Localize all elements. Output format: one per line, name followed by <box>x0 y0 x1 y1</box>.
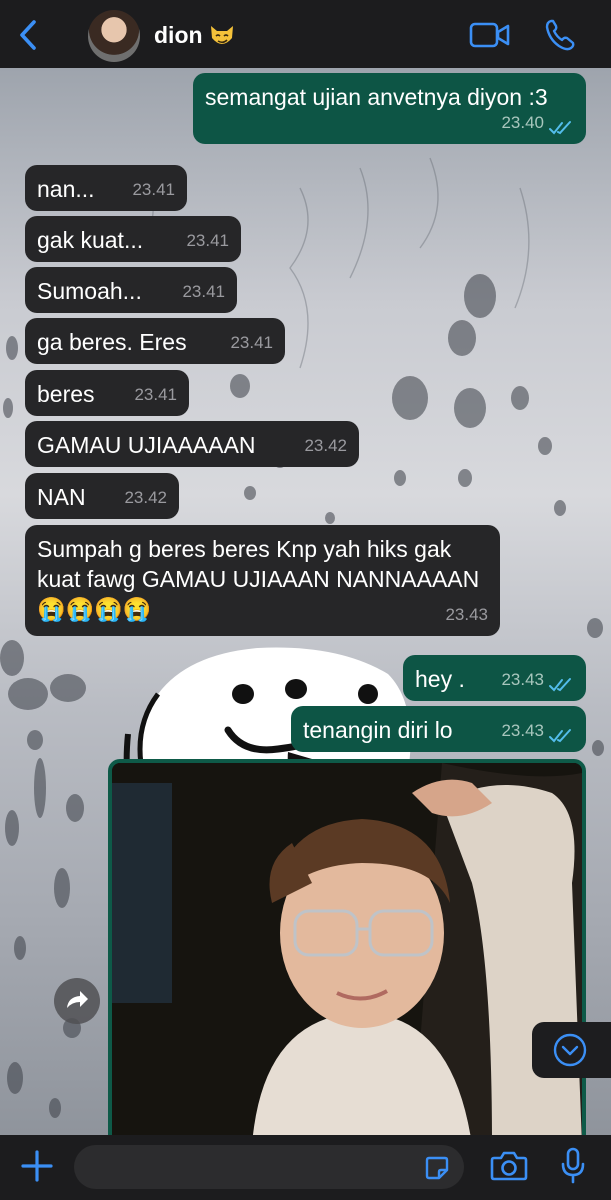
message-bubble[interactable]: hey . 23.43 <box>403 655 586 701</box>
chevron-down-icon <box>553 1033 587 1067</box>
double-check-icon <box>549 729 571 743</box>
message-text: gak kuat... <box>37 227 144 253</box>
microphone-icon[interactable] <box>560 1147 586 1185</box>
message-text: Sumpah g beres beres Knp yah hiks gak ku… <box>37 536 480 622</box>
message-bubble[interactable]: NAN 23.42 <box>25 473 179 519</box>
camera-icon[interactable] <box>490 1149 528 1183</box>
message-text: tenangin diri lo <box>303 717 453 743</box>
message-text: nan... <box>37 176 95 202</box>
message-bubble[interactable]: Sumoah... 23.41 <box>25 267 237 313</box>
message-time: 23.41 <box>132 180 175 199</box>
message-bubble[interactable]: gak kuat... 23.41 <box>25 216 241 262</box>
message-time: 23.41 <box>134 385 177 404</box>
message-time: 23.41 <box>186 231 229 250</box>
scroll-to-bottom-button[interactable] <box>532 1022 611 1078</box>
message-text: NAN <box>37 484 86 510</box>
video-camera-icon[interactable] <box>468 18 512 52</box>
message-text: Sumoah... <box>37 278 142 304</box>
sticker-icon[interactable] <box>424 1155 450 1181</box>
plus-icon[interactable] <box>20 1149 54 1183</box>
double-check-icon <box>549 121 571 135</box>
message-bubble[interactable]: beres 23.41 <box>25 370 189 416</box>
message-time: 23.43 <box>501 721 544 740</box>
message-time: 23.42 <box>124 488 167 507</box>
message-bubble[interactable]: tenangin diri lo 23.43 <box>291 706 586 752</box>
message-time: 23.43 <box>445 605 488 624</box>
message-time: 23.43 <box>501 670 544 689</box>
chat-area[interactable]: semangat ujian anvetnya diyon :3 23.40 n… <box>0 68 611 1135</box>
message-time: 23.42 <box>304 436 347 455</box>
message-text: beres <box>37 381 95 407</box>
message-bubble[interactable]: Sumpah g beres beres Knp yah hiks gak ku… <box>25 525 500 636</box>
chevron-left-icon[interactable] <box>14 18 44 52</box>
message-bubble[interactable]: semangat ujian anvetnya diyon :3 23.40 <box>193 73 586 144</box>
message-bubble[interactable]: nan... 23.41 <box>25 165 187 211</box>
chat-header: dion <box>0 0 611 68</box>
message-time: 23.41 <box>182 282 225 301</box>
message-bubble[interactable]: GAMAU UJIAAAAAN 23.42 <box>25 421 359 467</box>
message-composer <box>0 1135 611 1200</box>
message-text: GAMAU UJIAAAAAN <box>37 432 256 458</box>
message-text: hey . <box>415 666 465 692</box>
phone-icon[interactable] <box>543 17 577 53</box>
message-time: 23.41 <box>230 333 273 352</box>
message-text: semangat ujian anvetnya diyon :3 <box>205 84 548 110</box>
message-bubble[interactable]: ga beres. Eres 23.41 <box>25 318 285 364</box>
message-input[interactable] <box>74 1145 464 1189</box>
message-text: ga beres. Eres <box>37 329 187 355</box>
contact-name[interactable]: dion <box>154 22 203 49</box>
smirking-cat-emoji <box>211 26 233 44</box>
photo-image <box>112 763 582 1135</box>
message-time: 23.40 <box>501 113 544 132</box>
double-check-icon <box>549 678 571 692</box>
avatar[interactable] <box>88 10 140 62</box>
forward-icon[interactable] <box>54 978 100 1024</box>
selfie-photo[interactable] <box>108 759 586 1135</box>
